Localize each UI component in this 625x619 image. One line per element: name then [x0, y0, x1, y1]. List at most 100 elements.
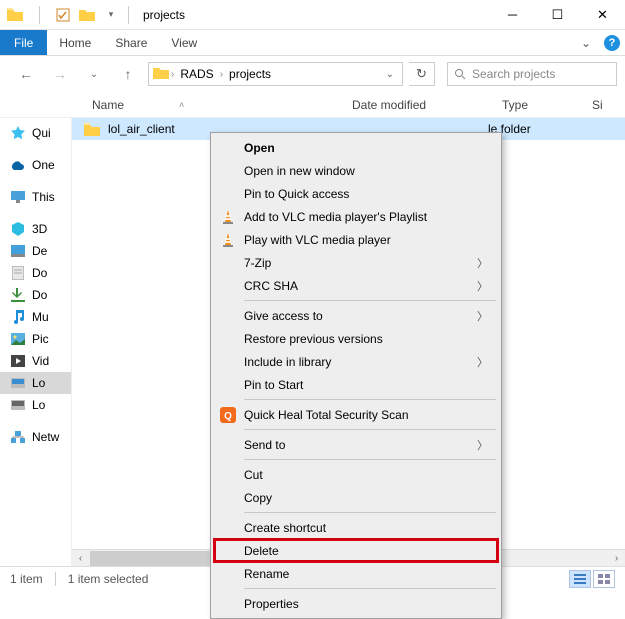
forward-button[interactable]: →	[46, 62, 74, 86]
col-date[interactable]: Date modified	[344, 98, 494, 112]
menu-item-pin-to-quick-access[interactable]: Pin to Quick access	[214, 182, 498, 205]
home-tab[interactable]: Home	[47, 30, 103, 55]
menu-item-crc-sha[interactable]: CRC SHA 〉	[214, 274, 498, 297]
scroll-right-icon[interactable]: ›	[608, 550, 625, 567]
music-icon	[10, 309, 26, 325]
sidebar-item-de[interactable]: De	[0, 240, 71, 262]
col-type[interactable]: Type	[494, 98, 584, 112]
close-button[interactable]: ✕	[580, 0, 625, 30]
menu-item-label: Pin to Start	[244, 378, 303, 392]
sidebar-item-label: De	[32, 244, 47, 258]
recent-dropdown[interactable]: ⌄	[80, 62, 108, 86]
search-placeholder: Search projects	[472, 67, 555, 81]
sidebar-item-do[interactable]: Do	[0, 284, 71, 306]
menu-item-play-with-vlc-media-player[interactable]: Play with VLC media player	[214, 228, 498, 251]
icons-view-button[interactable]	[593, 570, 615, 588]
search-box[interactable]: Search projects	[447, 62, 617, 86]
submenu-arrow-icon: 〉	[477, 255, 488, 271]
sidebar-item-one[interactable]: One	[0, 154, 71, 176]
sidebar-item-lo[interactable]: Lo	[0, 372, 71, 394]
selection-count: 1 item selected	[68, 572, 149, 586]
scroll-left-icon[interactable]: ‹	[72, 550, 89, 567]
menu-item-include-in-library[interactable]: Include in library〉	[214, 350, 498, 373]
document-icon	[10, 265, 26, 281]
ribbon-expand-icon[interactable]: ⌄	[573, 30, 599, 55]
picture-icon	[10, 331, 26, 347]
vlc-icon	[219, 208, 237, 226]
chevron-right-icon[interactable]: ›	[220, 69, 223, 80]
qat-dropdown-icon[interactable]: ▾	[100, 4, 122, 26]
menu-item-create-shortcut[interactable]: Create shortcut	[214, 516, 498, 539]
sort-indicator-icon: ˄	[179, 100, 184, 110]
menu-item-pin-to-start[interactable]: Pin to Start	[214, 373, 498, 396]
svg-text:Q: Q	[224, 411, 232, 422]
new-folder-icon[interactable]	[76, 4, 98, 26]
sidebar-item-lo[interactable]: Lo	[0, 394, 71, 416]
window-title: projects	[137, 8, 185, 22]
menu-item-label: CRC SHA	[244, 279, 298, 293]
details-view-button[interactable]	[569, 570, 591, 588]
sidebar-item-label: This	[32, 190, 55, 204]
sidebar-item-netw[interactable]: Netw	[0, 426, 71, 448]
breadcrumb-projects[interactable]: projects	[225, 67, 275, 81]
folder-icon	[82, 123, 102, 136]
view-tab[interactable]: View	[159, 30, 209, 55]
address-bar[interactable]: › RADS › projects ⌄	[148, 62, 403, 86]
maximize-button[interactable]: ☐	[535, 0, 580, 30]
menu-item-open[interactable]: Open	[214, 136, 498, 159]
sidebar-item-do[interactable]: Do	[0, 262, 71, 284]
submenu-arrow-icon: 〉	[477, 308, 488, 324]
breadcrumb-rads[interactable]: RADS	[176, 67, 217, 81]
sidebar-item-3d[interactable]: 3D	[0, 218, 71, 240]
menu-item-label: Open	[244, 141, 275, 155]
search-icon	[454, 68, 466, 80]
menu-item-label: Give access to	[244, 309, 323, 323]
menu-item-give-access-to[interactable]: Give access to 〉	[214, 304, 498, 327]
sidebar-item-label: Qui	[32, 126, 51, 140]
menu-item-label: Quick Heal Total Security Scan	[244, 408, 409, 422]
help-button[interactable]: ?	[599, 30, 625, 55]
share-tab[interactable]: Share	[103, 30, 159, 55]
menu-item-label: Rename	[244, 567, 289, 581]
nav-sidebar: QuiOneThis3DDeDoDoMuPicVidLoLoNetw	[0, 118, 72, 566]
menu-item-restore-previous-versions[interactable]: Restore previous versions	[214, 327, 498, 350]
back-button[interactable]: ←	[12, 62, 40, 86]
menu-item-7-zip[interactable]: 7-Zip〉	[214, 251, 498, 274]
submenu-arrow-icon: 〉	[477, 278, 488, 294]
download-icon	[10, 287, 26, 303]
sidebar-item-qui[interactable]: Qui	[0, 122, 71, 144]
menu-item-label: Play with VLC media player	[244, 233, 391, 247]
sidebar-item-pic[interactable]: Pic	[0, 328, 71, 350]
col-size[interactable]: Si	[584, 98, 611, 112]
menu-item-delete[interactable]: Delete	[214, 539, 498, 562]
menu-item-properties[interactable]: Properties	[214, 592, 498, 615]
file-tab[interactable]: File	[0, 30, 47, 55]
minimize-button[interactable]: ─	[490, 0, 535, 30]
sidebar-item-vid[interactable]: Vid	[0, 350, 71, 372]
menu-item-quick-heal-total-security-scan[interactable]: Q Quick Heal Total Security Scan	[214, 403, 498, 426]
refresh-button[interactable]: ↻	[409, 62, 435, 86]
menu-item-copy[interactable]: Copy	[214, 486, 498, 509]
menu-separator	[244, 399, 496, 400]
menu-item-cut[interactable]: Cut	[214, 463, 498, 486]
item-count: 1 item	[10, 572, 43, 586]
address-dropdown-icon[interactable]: ⌄	[382, 69, 398, 80]
menu-item-send-to[interactable]: Send to〉	[214, 433, 498, 456]
folder-icon	[153, 66, 169, 82]
menu-item-label: Create shortcut	[244, 521, 326, 535]
sidebar-item-this[interactable]: This	[0, 186, 71, 208]
up-button[interactable]: ↑	[114, 62, 142, 86]
menu-item-open-in-new-window[interactable]: Open in new window	[214, 159, 498, 182]
sidebar-item-label: One	[32, 158, 55, 172]
chevron-right-icon[interactable]: ›	[171, 69, 174, 80]
qh-icon: Q	[219, 406, 237, 424]
sidebar-item-label: Lo	[32, 376, 45, 390]
folder-icon	[4, 4, 26, 26]
quick-access-toolbar: ▾	[0, 4, 137, 26]
properties-icon[interactable]	[52, 4, 74, 26]
menu-item-rename[interactable]: Rename	[214, 562, 498, 585]
sidebar-item-mu[interactable]: Mu	[0, 306, 71, 328]
menu-item-add-to-vlc-media-player-s-playlist[interactable]: Add to VLC media player's Playlist	[214, 205, 498, 228]
col-name[interactable]: Name˄	[84, 98, 344, 112]
menu-item-label: Add to VLC media player's Playlist	[244, 210, 427, 224]
